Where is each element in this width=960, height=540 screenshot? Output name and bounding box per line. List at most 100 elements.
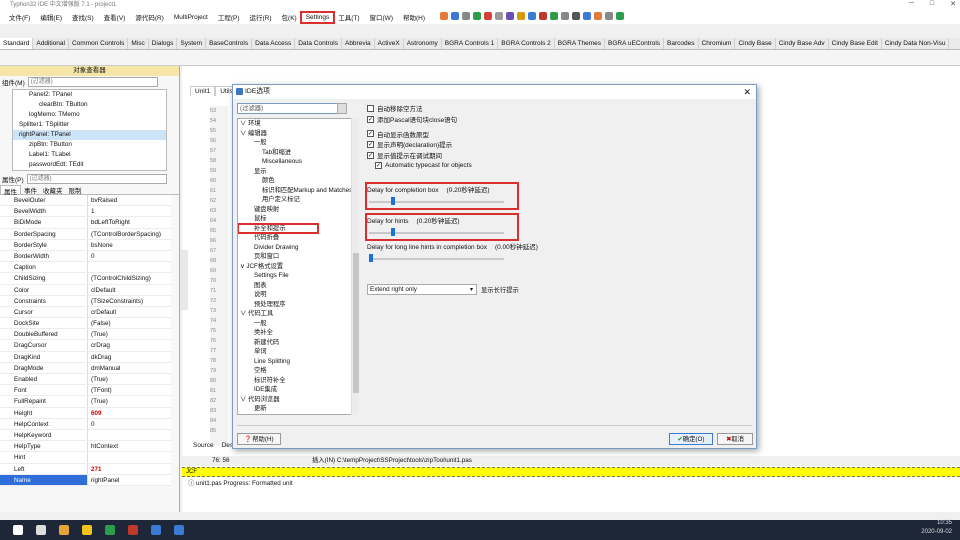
- toolbar-icon[interactable]: [506, 12, 514, 20]
- palette-tab[interactable]: Misc: [128, 38, 149, 49]
- options-tree-item[interactable]: 类补全: [238, 328, 358, 338]
- taskbar-app-icon[interactable]: [151, 525, 161, 535]
- options-tree-item[interactable]: Tab和缩进: [238, 148, 358, 158]
- property-row[interactable]: Cursor crDefault: [0, 306, 171, 319]
- property-row[interactable]: DoubleBuffered (True): [0, 329, 171, 341]
- menu-item[interactable]: 查找(S): [67, 12, 99, 22]
- slider-track[interactable]: [369, 232, 504, 234]
- options-tree-item[interactable]: IDE集成: [238, 385, 358, 395]
- options-tree-item[interactable]: 代码折叠: [238, 233, 358, 243]
- options-tree-item[interactable]: 鼠标: [238, 214, 358, 224]
- ok-button[interactable]: ✔确定(O): [669, 433, 713, 445]
- property-value[interactable]: dkDrag: [88, 352, 111, 362]
- menu-item[interactable]: 编辑(E): [35, 12, 67, 22]
- options-tree-item[interactable]: 图表: [238, 281, 358, 291]
- taskbar-app-icon[interactable]: [59, 525, 69, 535]
- property-row[interactable]: Name rightPanel: [0, 474, 171, 486]
- options-tree-item[interactable]: 空格: [238, 366, 358, 376]
- inspector-tab[interactable]: 属性: [0, 185, 21, 196]
- checkbox-box[interactable]: ✓: [367, 115, 374, 123]
- property-row[interactable]: Enabled (True): [0, 374, 171, 386]
- options-tree-item[interactable]: 新建代码: [238, 338, 358, 348]
- property-value[interactable]: crDrag: [88, 340, 110, 350]
- options-tree-item[interactable]: ∨ 编辑器: [238, 129, 358, 139]
- menu-item[interactable]: 工程(P): [213, 12, 245, 22]
- delay-slider[interactable]: Delay for completion box (0.20秒钟延迟): [365, 182, 519, 210]
- property-row[interactable]: Left 271: [0, 463, 171, 475]
- property-value[interactable]: dmManual: [88, 363, 120, 373]
- menu-item[interactable]: 窗口(W): [365, 12, 398, 22]
- palette-tab[interactable]: BGRA Themes: [555, 38, 605, 49]
- property-row[interactable]: Color clDefault: [0, 284, 171, 296]
- inspector-tab[interactable]: 事件: [21, 185, 40, 195]
- toolbar-icon[interactable]: [539, 12, 547, 20]
- help-button[interactable]: ❓帮助(H): [237, 433, 281, 445]
- options-tree-item[interactable]: Miscellaneous: [238, 157, 358, 167]
- tree-item[interactable]: Panel2: TPanel: [13, 90, 166, 100]
- tree-item[interactable]: Label1: TLabel: [13, 150, 166, 160]
- options-tree-item[interactable]: 一般: [238, 319, 358, 329]
- property-value[interactable]: (True): [88, 374, 108, 384]
- property-row[interactable]: Height 609: [0, 407, 171, 419]
- options-tree-item[interactable]: 页和窗口: [238, 252, 358, 262]
- palette-tab[interactable]: Dialogs: [149, 38, 178, 49]
- checkbox-box[interactable]: ✓: [367, 130, 374, 138]
- options-tree-item[interactable]: ∨ JCF格式设置: [238, 262, 358, 272]
- property-value[interactable]: (True): [88, 329, 108, 339]
- property-value[interactable]: [88, 262, 91, 272]
- palette-tab[interactable]: Astronomy: [404, 38, 442, 49]
- options-tree-item[interactable]: 标识符补全: [238, 376, 358, 386]
- property-value[interactable]: 0: [88, 419, 95, 429]
- options-tree-item[interactable]: 显示: [238, 167, 358, 177]
- property-value[interactable]: (TFont): [88, 385, 112, 395]
- tree-item[interactable]: passwordEdt: TEdit: [13, 160, 166, 170]
- property-row[interactable]: Caption: [0, 262, 171, 274]
- property-row[interactable]: Font (TFont): [0, 385, 171, 397]
- inspector-tab[interactable]: 收藏夹: [40, 185, 66, 195]
- close-icon[interactable]: ✕: [743, 85, 751, 99]
- toolbar-icon[interactable]: [462, 12, 470, 20]
- menu-item[interactable]: 帮助(H): [398, 12, 430, 22]
- option-checkbox[interactable]: ✓ 添加Pascal语句块close语句: [367, 114, 752, 125]
- property-value[interactable]: (TControlBorderSpacing): [88, 229, 161, 239]
- options-tree-item[interactable]: 说明: [238, 290, 358, 300]
- options-tree-item[interactable]: 用户定义标记: [238, 195, 358, 205]
- expand-icon[interactable]: ∨: [240, 130, 248, 137]
- palette-tab[interactable]: Barcodes: [664, 38, 699, 49]
- property-row[interactable]: BevelOuter bvRaised: [0, 195, 171, 207]
- palette-tab[interactable]: BGRA Controls 2: [498, 38, 555, 49]
- slider-thumb[interactable]: [369, 254, 373, 262]
- property-value[interactable]: crDefault: [88, 307, 116, 317]
- palette-tab[interactable]: Cindy Base: [735, 38, 776, 49]
- property-row[interactable]: HelpType htContext: [0, 441, 171, 453]
- options-tree-item[interactable]: ∨ 代码工具: [238, 309, 358, 319]
- menu-item[interactable]: 文件(F): [4, 12, 35, 22]
- option-checkbox[interactable]: ✓ Automatic typecast for objects: [367, 160, 752, 171]
- property-row[interactable]: BorderWidth 0: [0, 250, 171, 263]
- property-value[interactable]: clDefault: [88, 285, 116, 295]
- scrollbar-thumb[interactable]: [353, 253, 359, 393]
- property-value[interactable]: rightPanel: [88, 475, 119, 485]
- property-value[interactable]: (TSizeConstraints): [88, 296, 143, 306]
- property-value[interactable]: 271: [88, 464, 102, 474]
- expand-icon[interactable]: ∨: [240, 310, 248, 317]
- checkbox-box[interactable]: ✓: [367, 140, 374, 148]
- tree-item[interactable]: zipBtn: TButton: [13, 140, 166, 150]
- options-tree-item[interactable]: Settings File: [238, 271, 358, 281]
- dialog-filter-input[interactable]: (过滤器): [237, 103, 347, 114]
- palette-tab[interactable]: Common Controls: [69, 38, 129, 49]
- toolbar-icon[interactable]: [616, 12, 624, 20]
- property-value[interactable]: [88, 452, 91, 462]
- property-value[interactable]: 609: [88, 408, 102, 418]
- tree-item[interactable]: rightPanel: TPanel: [13, 130, 166, 140]
- property-value[interactable]: 1: [88, 206, 95, 216]
- property-value[interactable]: bdLeftToRight: [88, 217, 130, 227]
- option-checkbox[interactable]: 自动移除空方法: [367, 103, 752, 114]
- toolbar-icon[interactable]: [594, 12, 602, 20]
- option-checkbox[interactable]: ✓ 显示值提示在调试期间: [367, 150, 752, 161]
- options-tree-item[interactable]: ∨ 环境: [238, 119, 358, 129]
- property-row[interactable]: FullRepaint (True): [0, 396, 171, 408]
- expand-icon[interactable]: ∨: [240, 396, 248, 403]
- toolbar-icon[interactable]: [528, 12, 536, 20]
- checkbox-box[interactable]: ✓: [367, 151, 374, 159]
